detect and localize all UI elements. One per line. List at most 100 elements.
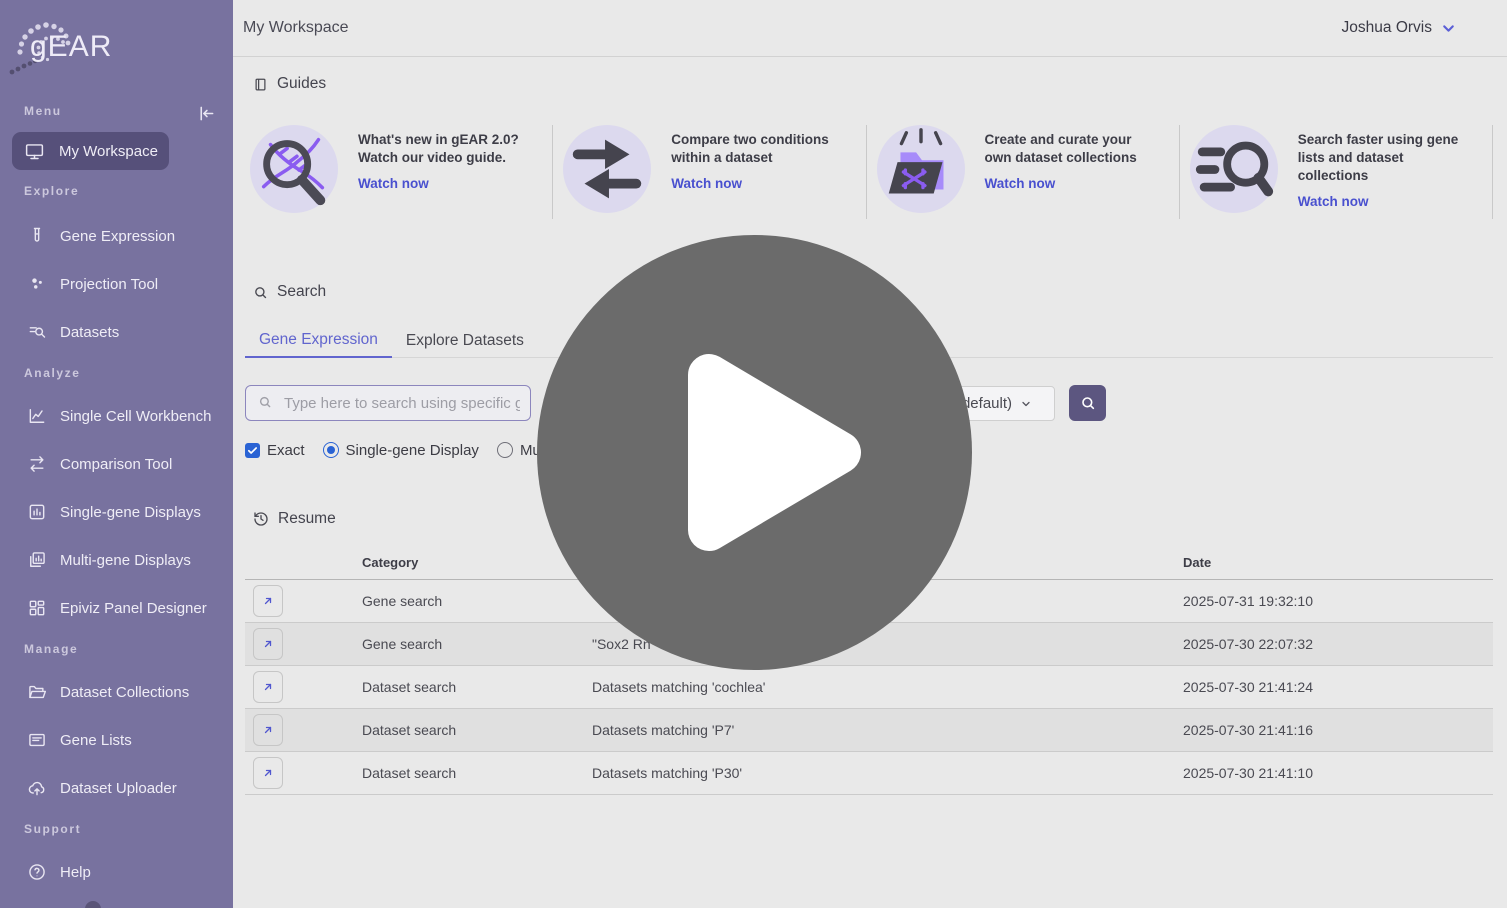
sidebar-item-dataset-collections[interactable]: Dataset Collections [0, 668, 233, 716]
table-row: Dataset search Datasets matching 'P30' 2… [245, 752, 1493, 795]
sidebar-item-label: Multi-gene Displays [60, 552, 191, 569]
cell-date: 2025-07-30 21:41:10 [1183, 765, 1493, 781]
arrow-up-right-icon [262, 724, 274, 736]
play-button-icon [537, 235, 972, 670]
list-search-icon [27, 322, 47, 342]
monitor-icon [24, 141, 45, 162]
sidebar-section-explore: Explore [24, 184, 233, 202]
watch-now-link[interactable]: Watch now [985, 176, 1056, 191]
arrow-up-right-icon [262, 681, 274, 693]
sidebar-item-datasets[interactable]: Datasets [0, 308, 233, 356]
guide-card-search-faster: Search faster using gene lists and datas… [1180, 125, 1493, 219]
guide-card-collections: Create and curate your own dataset colle… [867, 125, 1180, 219]
table-row: Dataset search Datasets matching 'cochle… [245, 666, 1493, 709]
gene-search-input[interactable] [245, 385, 531, 421]
guide-card-title: Create and curate your own dataset colle… [985, 131, 1161, 167]
open-search-button[interactable] [253, 714, 283, 746]
sidebar-item-comparison-tool[interactable]: Comparison Tool [0, 440, 233, 488]
cell-date: 2025-07-31 19:32:10 [1183, 593, 1493, 609]
cell-date: 2025-07-30 21:41:16 [1183, 722, 1493, 738]
search-title-text: Search [277, 283, 326, 301]
sidebar: gEAR Menu My Workspace Explore Gene Expr… [0, 0, 233, 908]
user-name: Joshua Orvis [1342, 19, 1432, 37]
single-gene-radio-option[interactable]: Single-gene Display [323, 442, 479, 459]
sidebar-item-help[interactable]: Help [0, 848, 233, 896]
tab-gene-expression[interactable]: Gene Expression [245, 323, 392, 358]
sidebar-item-label: Gene Expression [60, 228, 175, 245]
open-folder-icon [27, 682, 47, 702]
col-date: Date [1183, 555, 1493, 570]
sidebar-section-menu: Menu [24, 104, 62, 122]
cell-date: 2025-07-30 21:41:24 [1183, 679, 1493, 695]
watch-now-link[interactable]: Watch now [671, 176, 742, 191]
cell-label: Datasets matching 'P7' [592, 722, 1183, 738]
history-icon [253, 511, 269, 527]
collapse-arrow-icon [196, 103, 217, 124]
page-header: My Workspace Joshua Orvis [233, 0, 1507, 57]
open-search-button[interactable] [253, 628, 283, 660]
sidebar-item-epiviz-panel-designer[interactable]: Epiviz Panel Designer [0, 584, 233, 632]
sidebar-item-label: Dataset Collections [60, 684, 189, 701]
chevron-down-icon [1440, 20, 1457, 37]
arrow-up-right-icon [262, 767, 274, 779]
open-search-button[interactable] [253, 671, 283, 703]
guide-card-title: Search faster using gene lists and datas… [1298, 131, 1474, 185]
open-search-button[interactable] [253, 757, 283, 789]
single-gene-label: Single-gene Display [346, 442, 479, 459]
watch-now-link[interactable]: Watch now [1298, 194, 1369, 209]
partial-icon [85, 901, 101, 908]
line-chart-icon [27, 406, 47, 426]
cell-label: Datasets matching 'P30' [592, 765, 1183, 781]
sidebar-item-projection-tool[interactable]: Projection Tool [0, 260, 233, 308]
exact-checkbox-option[interactable]: Exact [245, 442, 305, 459]
cell-date: 2025-07-30 22:07:32 [1183, 636, 1493, 652]
arrow-up-right-icon [262, 638, 274, 650]
search-submit-button[interactable] [1069, 385, 1106, 421]
exact-label: Exact [267, 442, 305, 459]
sidebar-item-label: Single-gene Displays [60, 504, 201, 521]
gear-logo[interactable]: gEAR [0, 0, 233, 80]
guide-card-title: What's new in gEAR 2.0? Watch our video … [358, 131, 534, 167]
video-play-overlay[interactable] [537, 235, 972, 670]
user-menu[interactable]: Joshua Orvis [1342, 19, 1457, 37]
collapse-sidebar-button[interactable] [195, 102, 217, 124]
watch-now-link[interactable]: Watch now [358, 176, 429, 191]
guides-section-title: Guides [253, 75, 326, 93]
resume-section-title: Resume [253, 510, 336, 528]
page-title: My Workspace [243, 19, 349, 37]
sidebar-section-analyze: Analyze [24, 366, 233, 384]
radio-selected-icon [323, 442, 339, 458]
select-chevron-icon [1020, 398, 1032, 410]
logo-text: gEAR [30, 30, 112, 64]
sidebar-item-label: Projection Tool [60, 276, 158, 293]
cloud-upload-icon [27, 778, 47, 798]
sidebar-item-label: Help [60, 864, 91, 881]
sidebar-item-single-cell-workbench[interactable]: Single Cell Workbench [0, 392, 233, 440]
note-list-icon [27, 730, 47, 750]
sidebar-item-gene-expression[interactable]: Gene Expression [0, 212, 233, 260]
stacked-charts-icon [27, 550, 47, 570]
sidebar-item-dataset-uploader[interactable]: Dataset Uploader [0, 764, 233, 812]
arrow-up-right-icon [262, 595, 274, 607]
tab-explore-datasets[interactable]: Explore Datasets [392, 323, 538, 358]
sidebar-item-multi-gene-displays[interactable]: Multi-gene Displays [0, 536, 233, 584]
search-icon [253, 285, 268, 300]
search-button-icon [1080, 395, 1096, 411]
sidebar-item-label: Dataset Uploader [60, 780, 177, 797]
sidebar-item-gene-lists[interactable]: Gene Lists [0, 716, 233, 764]
cell-label: Datasets matching 'cochlea' [592, 679, 1183, 695]
open-search-button[interactable] [253, 585, 283, 617]
sidebar-item-my-workspace[interactable]: My Workspace [12, 132, 169, 170]
sidebar-item-single-gene-displays[interactable]: Single-gene Displays [0, 488, 233, 536]
table-row: Dataset search Datasets matching 'P7' 20… [245, 709, 1493, 752]
cell-category: Dataset search [362, 765, 592, 781]
radio-unselected-icon [497, 442, 513, 458]
input-search-icon [258, 395, 272, 409]
sidebar-section-manage: Manage [24, 642, 233, 660]
sidebar-item-label: My Workspace [59, 143, 158, 160]
bar-chart-icon [27, 502, 47, 522]
dna-magnifier-icon [250, 125, 338, 213]
book-icon [253, 77, 268, 92]
sidebar-item-label: Gene Lists [60, 732, 132, 749]
sidebar-item-label: Epiviz Panel Designer [60, 600, 207, 617]
